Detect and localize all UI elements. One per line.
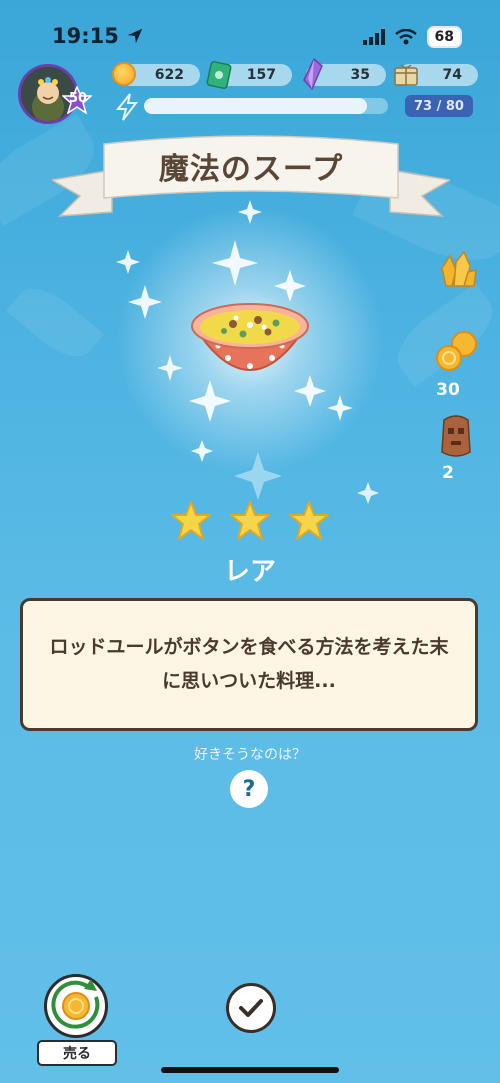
rating-stars [170,500,330,542]
ticket-count: 157 [246,67,276,83]
crystal-count: 35 [350,67,370,83]
parcel-count: 74 [442,67,462,83]
rating-star-icon [230,501,270,540]
energy-bolt-icon [115,93,139,121]
rating-star-icon [171,501,211,540]
gold-ore-icon[interactable] [438,248,478,288]
mask-reward-count: 2 [442,463,454,483]
energy-fill [144,98,367,114]
coins-reward-count: 30 [436,380,460,400]
preference-hint-label: 好きそうなのは？ [194,747,306,763]
home-indicator [161,1067,339,1073]
status-indicators: 68 [362,26,462,48]
signal-icon [362,29,385,45]
parcel-icon [394,64,418,86]
ticket-icon [206,61,232,89]
rating-star-icon [289,501,329,540]
player-level: 50 [68,91,88,106]
sell-coin-icon [51,979,100,1029]
item-title: 魔法のスープ [158,152,344,187]
status-time: 19:15 [52,24,144,48]
coins-icon[interactable] [434,330,480,374]
coin-icon [112,62,136,86]
confirm-button[interactable] [226,983,276,1033]
coin-count: 622 [154,67,184,83]
item-description: ロッドユールがボタンを食べる方法を考え​た末に思いついた料理... [49,636,449,692]
checkmark-icon [239,999,263,1017]
location-arrow-icon [127,28,143,44]
background-leaf [6,276,104,369]
wifi-icon [394,29,417,45]
help-button[interactable]: ? [230,770,268,808]
soup-bowl-image [191,303,309,371]
mask-icon[interactable] [438,414,474,458]
description-panel: ロッドユールがボタンを食べる方法を考え​た末に思いついた料理... [20,598,478,731]
crystal-icon [303,58,323,90]
energy-bar [144,98,388,114]
rarity-label: レア [223,557,276,587]
sell-button-label[interactable]: 売る [37,1040,117,1066]
energy-count: 73 / 80 [405,95,473,117]
battery-level: 68 [426,26,462,48]
sell-button[interactable] [44,974,108,1038]
